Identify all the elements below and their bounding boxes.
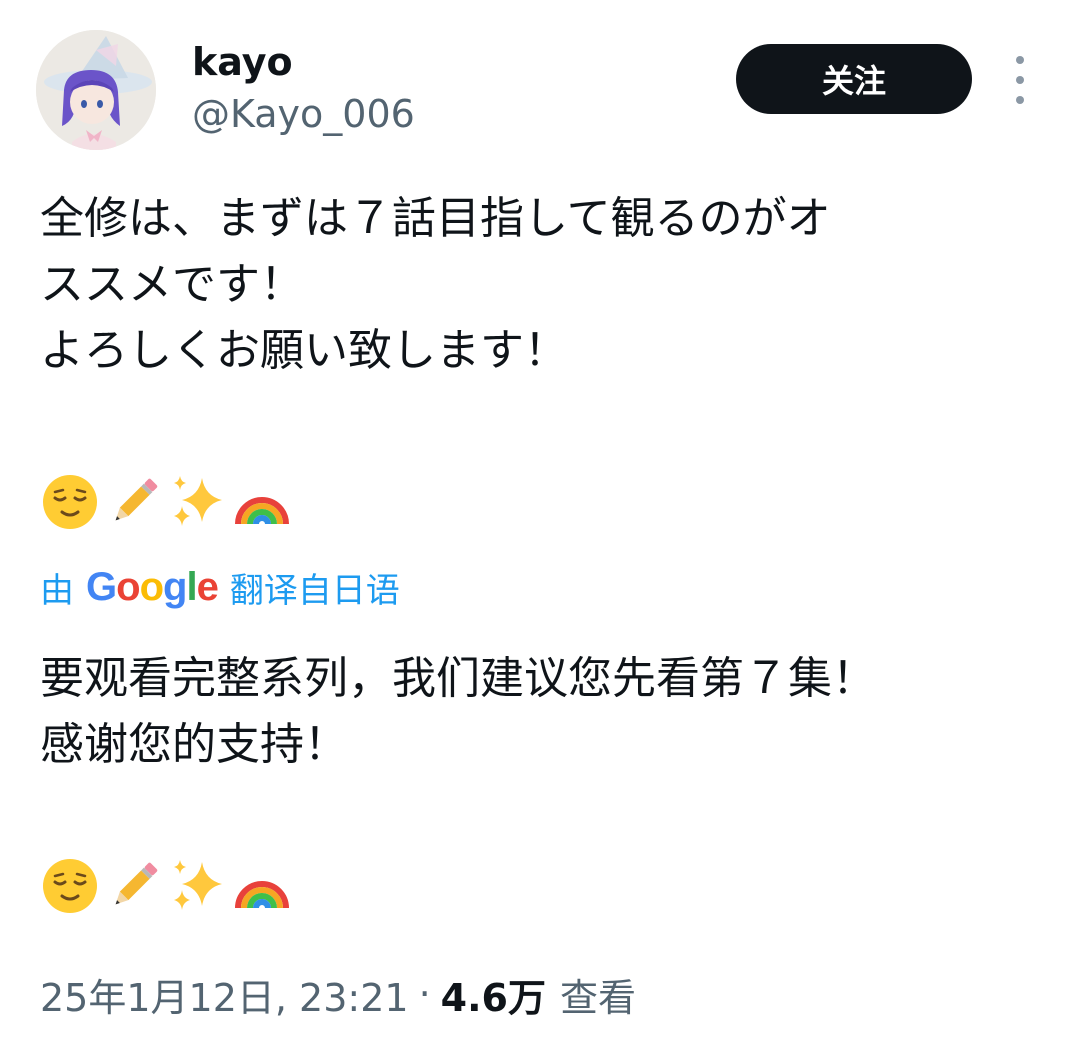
meta-separator: · xyxy=(418,972,431,1016)
more-dot xyxy=(1016,76,1024,84)
translate-suffix: 翻译自日语 xyxy=(229,570,400,611)
sparkles-icon xyxy=(168,472,228,532)
avatar[interactable] xyxy=(36,30,156,150)
relieved-face-icon xyxy=(40,856,100,916)
relieved-face-icon xyxy=(40,472,100,532)
rainbow-icon xyxy=(232,856,292,916)
more-vertical-icon[interactable] xyxy=(1004,56,1036,104)
more-dot xyxy=(1016,56,1024,64)
translate-prefix: 由 xyxy=(40,570,74,611)
google-logo: Google xyxy=(86,564,219,609)
tweet-text: 全修は、まずは７話目指して観るのがオ ススメです！ よろしくお願い致します！ xyxy=(40,193,831,376)
author-handle[interactable]: @Kayo_006 xyxy=(192,90,415,138)
translated-emoji-row xyxy=(40,854,292,918)
tweet-emoji-row xyxy=(40,470,292,534)
tweet-meta: 25年1月12日, 23:21 · 4.6万 查看 xyxy=(40,966,636,1022)
tweet-detail: kayo @Kayo_006 关注 全修は、まずは７話目指して観るのがオ ススメ… xyxy=(0,0,1080,1040)
pencil-icon xyxy=(104,856,164,916)
sparkles-icon xyxy=(168,856,228,916)
rainbow-icon xyxy=(232,472,292,532)
more-dot xyxy=(1016,96,1024,104)
views-label: 查看 xyxy=(559,975,636,1020)
timestamp[interactable]: 25年1月12日, 23:21 xyxy=(40,967,409,1022)
translated-by-google-link[interactable]: 由 Google 翻译自日语 xyxy=(40,560,400,614)
follow-button[interactable]: 关注 xyxy=(736,44,972,114)
views-count[interactable]: 4.6万 xyxy=(441,967,546,1022)
pencil-icon xyxy=(104,472,164,532)
author-display-name[interactable]: kayo xyxy=(192,38,293,86)
translated-text: 要观看完整系列，我们建议您先看第７集！ 感谢您的支持！ xyxy=(40,653,876,770)
